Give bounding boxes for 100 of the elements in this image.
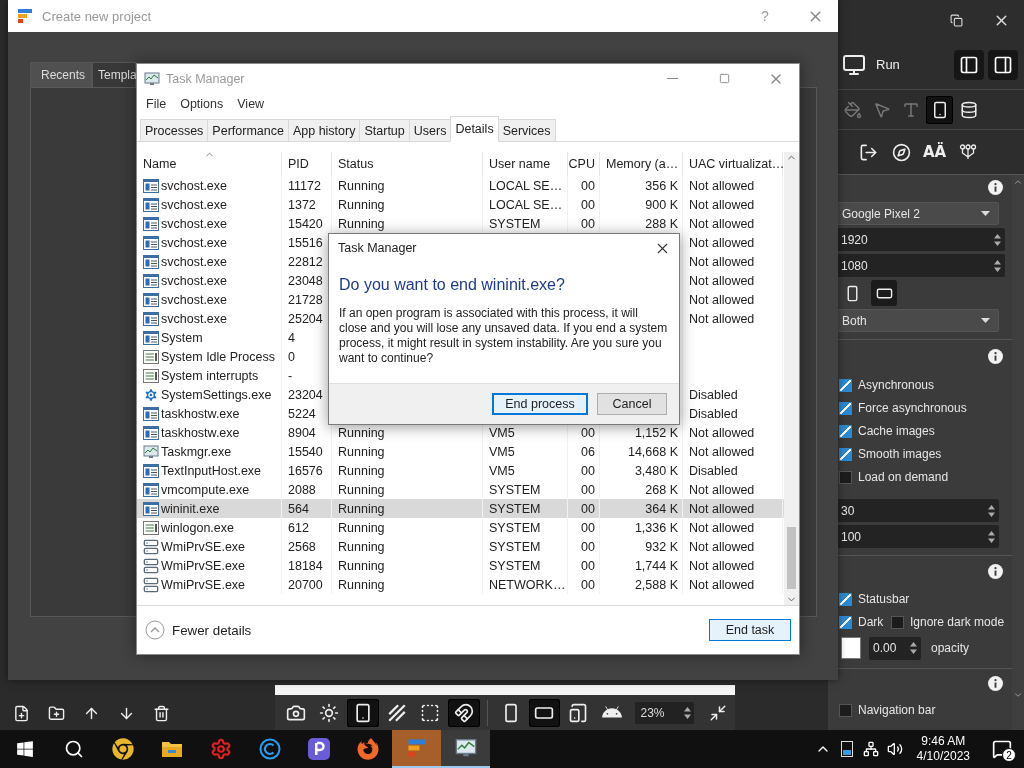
table-cell: 0 — [288, 349, 295, 364]
table-cell: SYSTEM — [489, 558, 541, 573]
process-name: WmiPrvSE.exe — [161, 539, 246, 554]
table-cell: NETWORK… — [489, 577, 566, 592]
table-cell: 2,588 K — [634, 577, 678, 592]
dialog-heading: Do you want to end wininit.exe? — [338, 275, 566, 295]
table-cell: Not allowed — [689, 235, 755, 250]
table-cell: 4 — [288, 330, 295, 345]
table-cell: Running — [338, 520, 385, 535]
dialog-title: Task Manager — [338, 241, 417, 255]
process-name: svchost.exe — [161, 273, 227, 288]
table-cell: 00 — [581, 558, 595, 573]
table-cell: 3,480 K — [634, 463, 678, 478]
table-cell: Disabled — [689, 387, 738, 402]
table-cell: Running — [338, 216, 385, 231]
table-cell: Running — [338, 197, 385, 212]
table-cell: 1372 — [288, 197, 316, 212]
process-name: svchost.exe — [161, 311, 227, 326]
table-cell: Not allowed — [689, 311, 755, 326]
table-cell: Not allowed — [689, 482, 755, 497]
dialog-message: If an open program is associated with this process, it will close and you will lose any unsaved data. If you end a system process, it might result in system instability. Are you sure you want to continue? — [338, 306, 669, 367]
checkbox-label: Ignore dark mode — [910, 615, 1005, 629]
table-cell: LOCAL SE… — [489, 178, 563, 193]
checkbox-label: Smooth images — [858, 447, 942, 461]
table-cell: 21728 — [288, 292, 323, 307]
table-cell: 1,744 K — [634, 558, 678, 573]
opacity-label: opacity — [931, 641, 970, 655]
table-cell: 00 — [581, 463, 595, 478]
table-cell: SYSTEM — [489, 482, 541, 497]
table-cell: 15420 — [288, 216, 323, 231]
table-cell: 1,152 K — [634, 425, 678, 440]
window-title: Create new project — [42, 8, 152, 24]
table-cell: 15516 — [288, 235, 323, 250]
checkbox-label: Statusbar — [858, 592, 910, 606]
table-cell: LOCAL SE… — [489, 197, 563, 212]
table-cell: 00 — [581, 520, 595, 535]
table-cell: 1,336 K — [634, 520, 678, 535]
process-name: svchost.exe — [161, 178, 227, 193]
table-cell: 20700 — [288, 577, 323, 592]
table-cell: 288 K — [645, 216, 678, 231]
process-name: svchost.exe — [161, 254, 227, 269]
table-cell: 356 K — [645, 178, 678, 193]
checkbox-label: Asynchronous — [858, 378, 935, 392]
process-name: System — [161, 330, 203, 345]
table-cell: Not allowed — [689, 444, 755, 459]
table-cell: Not allowed — [689, 425, 755, 440]
table-cell: 25204 — [288, 311, 323, 326]
table-cell: 14,668 K — [627, 444, 678, 459]
process-name: System Idle Process — [161, 349, 275, 364]
table-cell: 364 K — [645, 501, 678, 516]
process-name: WmiPrvSE.exe — [161, 577, 246, 592]
table-cell: Not allowed — [689, 178, 755, 193]
process-name: taskhostw.exe — [161, 425, 240, 440]
checkbox-label: Cache images — [858, 424, 935, 438]
table-cell: 564 — [288, 501, 309, 516]
table-cell: 18184 — [288, 558, 323, 573]
table-cell: SYSTEM — [489, 539, 541, 554]
table-cell: 15540 — [288, 444, 323, 459]
table-cell: 11172 — [288, 178, 321, 193]
table-cell: 2088 — [288, 482, 316, 497]
table-cell: 23204 — [288, 387, 323, 402]
table-cell: Running — [338, 501, 385, 516]
table-cell: 268 K — [645, 482, 678, 497]
table-cell: 8904 — [288, 425, 316, 440]
table-cell: Running — [338, 425, 385, 440]
process-name: svchost.exe — [161, 235, 227, 250]
process-name: WmiPrvSE.exe — [161, 558, 246, 573]
process-name: wininit.exe — [161, 501, 220, 516]
table-cell: Running — [338, 558, 385, 573]
table-cell: Not allowed — [689, 292, 755, 307]
table-cell: Not allowed — [689, 254, 755, 269]
process-name: taskhostw.exe — [161, 406, 240, 421]
process-name: winlogon.exe — [161, 520, 234, 535]
table-cell: 22812 — [288, 254, 323, 269]
table-cell: SYSTEM — [489, 216, 541, 231]
table-cell: Running — [338, 539, 385, 554]
window-title: Task Manager — [166, 71, 245, 86]
table-cell: Not allowed — [689, 501, 755, 516]
table-cell: Running — [338, 178, 385, 193]
table-cell: Running — [338, 463, 385, 478]
checkbox-label: Force asynchronous — [858, 401, 967, 415]
table-cell: 5224 — [288, 406, 316, 421]
table-cell: Not allowed — [689, 273, 755, 288]
table-cell: Not allowed — [689, 520, 755, 535]
table-cell: 00 — [581, 482, 595, 497]
table-cell: VM5 — [489, 463, 515, 478]
table-cell: Not allowed — [689, 197, 755, 212]
table-cell: 23048 — [288, 273, 323, 288]
process-name: SystemSettings.exe — [161, 387, 272, 402]
table-cell: Running — [338, 482, 385, 497]
table-cell: Disabled — [689, 463, 738, 478]
checkbox-label: Dark — [858, 615, 884, 629]
notification-count: 2 — [1002, 748, 1016, 762]
table-cell: 00 — [581, 178, 595, 193]
process-name: svchost.exe — [161, 292, 227, 307]
table-cell: Not allowed — [689, 577, 755, 592]
process-name: svchost.exe — [161, 216, 227, 231]
table-cell: 00 — [581, 501, 595, 516]
process-name: vmcompute.exe — [161, 482, 250, 497]
checkbox-label: Navigation bar — [858, 703, 936, 717]
